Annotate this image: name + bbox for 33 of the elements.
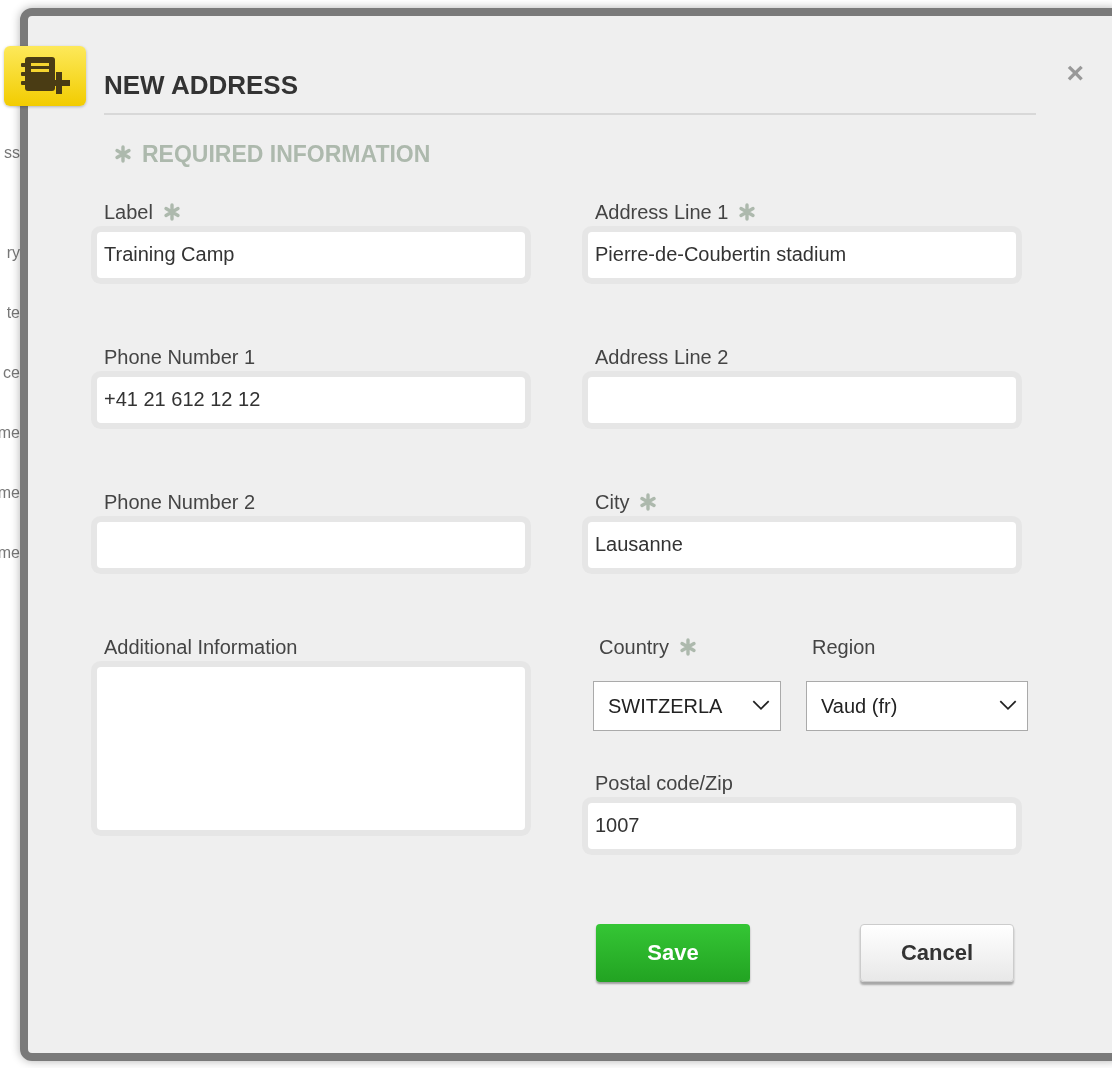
field-label: Additional Information xyxy=(104,634,298,660)
background-text: ry xyxy=(6,243,20,263)
field-label: Region xyxy=(812,634,876,660)
input-field[interactable]: Lausanne xyxy=(588,521,1016,568)
select-field[interactable]: Vaud (fr) xyxy=(806,680,1028,731)
field-label: Phone Number 2 xyxy=(104,489,256,515)
input-field[interactable] xyxy=(588,376,1016,423)
input-field[interactable]: Pierre-de-Coubertin stadium xyxy=(588,231,1016,278)
text-area[interactable] xyxy=(97,666,525,830)
required-note: REQUIRED INFORMATION xyxy=(142,140,431,169)
asterisk-icon xyxy=(738,202,757,221)
field-label: Postal code/Zip xyxy=(595,770,733,796)
dialog-title: NEW ADDRESS xyxy=(104,69,300,102)
input-field[interactable]: 1007 xyxy=(588,802,1016,849)
input-field[interactable]: +41 21 612 12 12 xyxy=(97,376,525,423)
input-field[interactable]: Training Camp xyxy=(97,231,525,278)
field-label: Label xyxy=(104,199,153,225)
field-label: Country xyxy=(599,634,670,660)
field-label: City xyxy=(595,489,630,515)
background-text: ce xyxy=(3,363,20,383)
background-text: ss xyxy=(4,143,20,163)
asterisk-icon xyxy=(162,202,181,221)
input-field[interactable] xyxy=(97,521,525,568)
cancel-button[interactable]: Cancel xyxy=(860,923,1014,982)
asterisk-icon xyxy=(679,637,698,656)
select-field[interactable]: SWITZERLA xyxy=(593,680,781,731)
asterisk-icon xyxy=(639,492,658,511)
address-book-add-icon xyxy=(4,46,86,106)
asterisk-icon xyxy=(114,145,132,164)
field-label: Address Line 1 xyxy=(595,199,729,225)
field-label: Address Line 2 xyxy=(595,344,729,370)
field-label: Phone Number 1 xyxy=(104,344,256,370)
background-text: te xyxy=(6,303,20,323)
